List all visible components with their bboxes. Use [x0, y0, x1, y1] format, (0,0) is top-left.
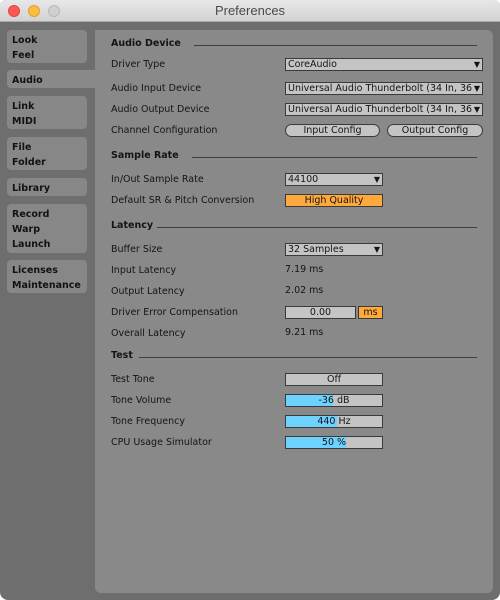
- output-latency-label: Output Latency: [111, 286, 185, 297]
- toggle-value: High Quality: [304, 195, 364, 206]
- tab-label: Folder: [12, 157, 46, 168]
- sr-pitch-conversion-toggle[interactable]: High Quality: [285, 194, 383, 207]
- sample-rate-select[interactable]: 44100 ▼: [285, 173, 383, 186]
- section-divider: [192, 157, 477, 158]
- select-value: CoreAudio: [288, 59, 337, 70]
- tab-licenses-maintenance[interactable]: Licenses Maintenance: [7, 260, 87, 293]
- slider-value: -36 dB: [318, 395, 350, 406]
- output-latency-value: 2.02 ms: [285, 285, 324, 296]
- channel-configuration-label: Channel Configuration: [111, 125, 218, 136]
- section-latency: Latency: [111, 220, 477, 234]
- driver-error-compensation-label: Driver Error Compensation: [111, 307, 238, 318]
- select-value: Universal Audio Thunderbolt (34 In, 36: [288, 104, 473, 115]
- section-heading: Latency: [111, 220, 154, 231]
- tab-label: Feel: [12, 50, 35, 61]
- test-tone-toggle[interactable]: Off: [285, 373, 383, 386]
- dropdown-arrow-icon: ▼: [473, 60, 480, 69]
- tab-label: File: [12, 142, 32, 153]
- driver-error-compensation-input[interactable]: 0.00: [285, 306, 356, 319]
- audio-preferences-panel: Audio Device Driver Type CoreAudio ▼ Aud…: [95, 30, 493, 593]
- toggle-value: Off: [326, 374, 342, 385]
- tab-label: Record: [12, 209, 50, 220]
- tab-label: Audio: [12, 75, 43, 86]
- section-divider: [157, 227, 477, 228]
- section-divider: [194, 45, 477, 46]
- preferences-window: Preferences Look Feel Audio Link MIDI Fi…: [0, 0, 500, 600]
- audio-output-device-select[interactable]: Universal Audio Thunderbolt (34 In, 36 ▼: [285, 103, 483, 116]
- tone-frequency-label: Tone Frequency: [111, 416, 185, 427]
- section-divider: [139, 357, 477, 358]
- audio-input-device-label: Audio Input Device: [111, 83, 202, 94]
- sr-pitch-conversion-label: Default SR & Pitch Conversion: [111, 195, 255, 206]
- dropdown-arrow-icon: ▼: [373, 175, 380, 184]
- window-title: Preferences: [214, 3, 286, 18]
- driver-error-unit-button[interactable]: ms: [358, 306, 383, 319]
- tab-link-midi[interactable]: Link MIDI: [7, 96, 87, 129]
- tab-file-folder[interactable]: File Folder: [7, 137, 87, 170]
- output-config-button[interactable]: Output Config: [387, 124, 483, 137]
- buffer-size-select[interactable]: 32 Samples ▼: [285, 243, 383, 256]
- section-sample-rate: Sample Rate: [111, 150, 477, 164]
- tab-record-warp-launch[interactable]: Record Warp Launch: [7, 204, 87, 253]
- input-latency-value: 7.19 ms: [285, 264, 324, 275]
- tab-library[interactable]: Library: [7, 178, 87, 196]
- tab-label: MIDI: [12, 116, 37, 127]
- dropdown-arrow-icon: ▼: [473, 104, 480, 115]
- driver-type-label: Driver Type: [111, 59, 166, 70]
- in-out-sample-rate-label: In/Out Sample Rate: [111, 174, 204, 185]
- select-value: Universal Audio Thunderbolt (34 In, 36: [288, 83, 473, 94]
- tab-look-feel[interactable]: Look Feel: [7, 30, 87, 63]
- tab-label: Launch: [12, 239, 51, 250]
- tone-volume-label: Tone Volume: [111, 395, 172, 406]
- audio-input-device-select[interactable]: Universal Audio Thunderbolt (34 In, 36 ▼: [285, 82, 483, 95]
- tab-label: Warp: [12, 224, 41, 235]
- section-test: Test: [111, 350, 477, 364]
- buffer-size-label: Buffer Size: [111, 244, 163, 255]
- slider-value: 50 %: [321, 437, 347, 448]
- select-value: 44100: [288, 174, 319, 185]
- dropdown-arrow-icon: ▼: [373, 245, 380, 254]
- section-heading: Sample Rate: [111, 150, 179, 161]
- slider-value: 440 Hz: [317, 416, 351, 427]
- tab-label: Library: [12, 183, 51, 194]
- driver-type-select[interactable]: CoreAudio ▼: [285, 58, 483, 71]
- tone-frequency-slider[interactable]: 440 Hz: [285, 415, 383, 428]
- section-audio-device: Audio Device: [111, 38, 477, 52]
- tab-label: Licenses: [12, 265, 58, 276]
- input-latency-label: Input Latency: [111, 265, 177, 276]
- test-tone-label: Test Tone: [111, 374, 155, 385]
- input-value: 0.00: [309, 307, 332, 318]
- tab-label: Link: [12, 101, 35, 112]
- overall-latency-label: Overall Latency: [111, 328, 186, 339]
- overall-latency-value: 9.21 ms: [285, 327, 324, 338]
- audio-output-device-label: Audio Output Device: [111, 104, 210, 115]
- input-config-button[interactable]: Input Config: [285, 124, 380, 137]
- select-value: 32 Samples: [288, 244, 344, 255]
- section-heading: Test: [111, 350, 133, 361]
- section-heading: Audio Device: [111, 38, 181, 49]
- tone-volume-slider[interactable]: -36 dB: [285, 394, 383, 407]
- tab-audio[interactable]: Audio: [7, 70, 102, 88]
- title-bar: Preferences: [0, 0, 500, 22]
- dropdown-arrow-icon: ▼: [473, 83, 480, 94]
- cpu-usage-simulator-slider[interactable]: 50 %: [285, 436, 383, 449]
- tab-label: Look: [12, 35, 38, 46]
- tab-label: Maintenance: [12, 280, 81, 291]
- cpu-usage-simulator-label: CPU Usage Simulator: [111, 437, 212, 448]
